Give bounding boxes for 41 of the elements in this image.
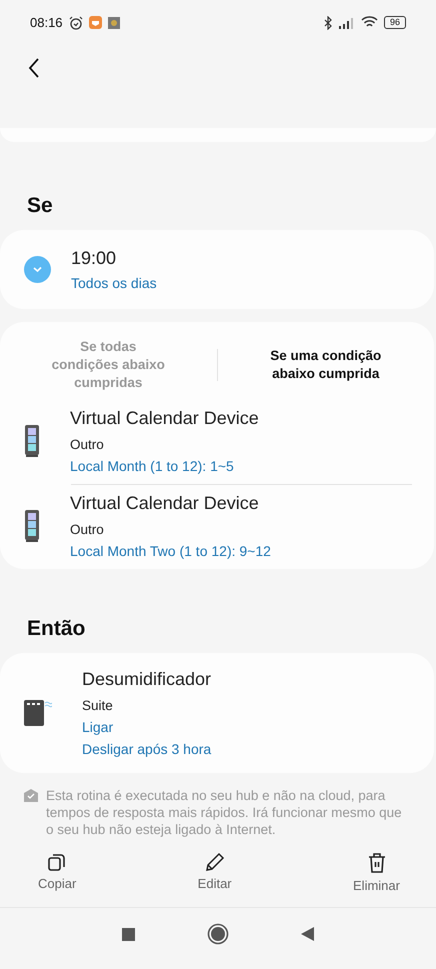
bluetooth-icon [324,16,333,30]
alarm-icon [68,16,83,30]
device-name: Virtual Calendar Device [70,408,260,429]
condition-mode-option[interactable]: Se todas condições abaixo cumpridas [0,338,216,392]
signal-icon [338,16,355,28]
trash-icon [366,852,386,874]
battery-level: 96 [384,16,406,29]
device-icon [24,425,40,457]
device-room: Outro [70,522,105,537]
wifi-icon [360,16,378,29]
dehumidifier-icon [24,700,52,726]
edit-button[interactable]: Editar [188,852,242,907]
action-detail: Desligar após 3 hora [82,741,212,757]
device-icon [24,510,40,542]
schedule-time: 19:00 [71,248,118,269]
section-title: Então [26,616,86,642]
condition-mode-option[interactable]: Se uma condição abaixo cumprida [218,347,434,383]
app-icon [108,16,120,28]
delete-button[interactable]: Eliminar [343,852,410,907]
copy-icon [47,852,68,872]
device-room: Suite [82,698,114,713]
condition-detail: Local Month (1 to 12): 1~5 [70,458,235,474]
schedule-repeat: Todos os dias [71,275,157,291]
device-name: Desumidificador [82,669,212,690]
schedule-card[interactable]: 19:00 Todos os dias [0,230,434,309]
recents-button[interactable] [122,928,135,940]
back-nav-button[interactable] [301,927,314,941]
app-icon [88,16,102,29]
device-name: Virtual Calendar Device [70,493,260,514]
status-time: 08:16 [30,15,63,30]
home-button[interactable] [207,923,229,945]
hub-icon [24,789,38,802]
info-note: Esta rotina é executada no seu hub e não na cloud, para tempos de resposta mais rápidos. Irá funcionar mesmo que o seu hub não esteja ligado à Internet. [46,787,403,838]
back-icon [28,58,40,78]
condition-detail: Local Month Two (1 to 12): 9~12 [70,543,272,559]
section-title: Se [26,193,54,219]
action-detail: Ligar [82,719,114,735]
device-room: Outro [70,437,105,452]
pencil-icon [204,852,226,872]
copy-button[interactable]: Copiar [28,852,86,907]
clock-icon [24,256,51,283]
